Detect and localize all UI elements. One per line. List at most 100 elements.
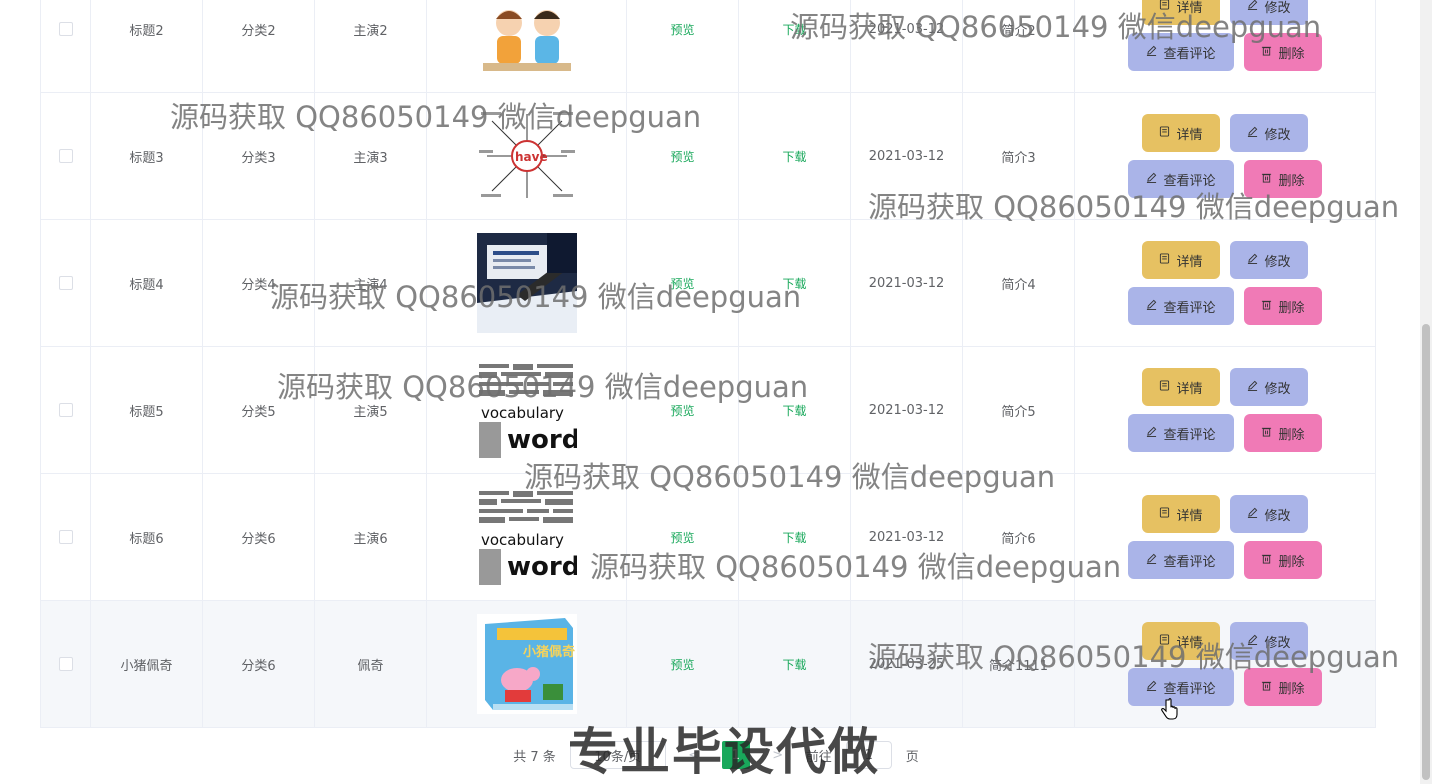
delete-button[interactable]: 删除 [1244, 414, 1322, 452]
date-cell: 2021-03-25 [851, 601, 963, 727]
download-link[interactable]: 下载 [782, 529, 806, 546]
row-actor: 佩奇 [357, 658, 384, 674]
edit-button[interactable]: 修改 [1230, 0, 1308, 25]
view-comments-button[interactable]: 查看评论 [1128, 287, 1234, 325]
category-cell: 分类3 [203, 93, 315, 219]
vertical-scrollbar[interactable] [1420, 0, 1432, 784]
date-cell: 2021-03-12 [851, 93, 963, 219]
detail-button[interactable]: 详情 [1142, 0, 1220, 25]
row-checkbox[interactable] [58, 276, 73, 290]
preview-cell: 预览 [627, 0, 739, 92]
svg-text:words: words [507, 552, 577, 582]
view-comments-button[interactable]: 查看评论 [1128, 160, 1234, 198]
edit-icon [1247, 126, 1258, 141]
row-category: 分类3 [241, 150, 276, 166]
edit-button[interactable]: 修改 [1230, 495, 1308, 533]
edit-icon [1146, 553, 1157, 568]
download-cell: 下载 [739, 220, 851, 346]
detail-button[interactable]: 详情 [1142, 622, 1220, 660]
preview-cell: 预览 [627, 93, 739, 219]
edit-button[interactable]: 修改 [1230, 241, 1308, 279]
edit-label: 修改 [1264, 635, 1291, 651]
view-comments-button[interactable]: 查看评论 [1128, 668, 1234, 706]
download-link[interactable]: 下载 [782, 275, 806, 292]
download-link[interactable]: 下载 [782, 21, 806, 38]
preview-link[interactable]: 预览 [670, 402, 694, 419]
detail-icon [1159, 125, 1170, 141]
delete-button[interactable]: 删除 [1244, 33, 1322, 71]
download-link[interactable]: 下载 [782, 402, 806, 419]
view-comments-button[interactable]: 查看评论 [1128, 414, 1234, 452]
svg-text:小猪佩奇: 小猪佩奇 [523, 644, 575, 660]
row-checkbox[interactable] [58, 403, 73, 417]
row-intro: 简介2 [1001, 23, 1036, 39]
edit-icon [1247, 634, 1258, 649]
cover-image-cell: ABCD [427, 0, 627, 92]
preview-link[interactable]: 预览 [670, 656, 694, 673]
detail-button[interactable]: 详情 [1142, 241, 1220, 279]
delete-button[interactable]: 删除 [1244, 160, 1322, 198]
edit-button[interactable]: 修改 [1230, 114, 1308, 152]
edit-icon [1146, 45, 1157, 60]
download-link[interactable]: 下载 [782, 656, 806, 673]
view-comments-button[interactable]: 查看评论 [1128, 33, 1234, 71]
delete-button[interactable]: 删除 [1244, 287, 1322, 325]
svg-text:have: have [515, 150, 548, 164]
detail-button[interactable]: 详情 [1142, 114, 1220, 152]
download-link[interactable]: 下载 [782, 148, 806, 165]
preview-link[interactable]: 预览 [670, 275, 694, 292]
intro-cell: 简介4 [963, 220, 1075, 346]
cover-image[interactable]: vocabulary words [476, 360, 577, 460]
row-date: 2021-03-12 [868, 148, 945, 164]
row-checkbox-cell [41, 347, 91, 473]
edit-icon [1146, 426, 1157, 441]
cover-image[interactable]: have [476, 106, 577, 206]
row-category: 分类4 [241, 277, 276, 293]
cover-image[interactable]: 小猪佩奇 [476, 614, 577, 714]
edit-icon [1146, 172, 1157, 187]
trash-icon [1261, 680, 1272, 695]
cover-image[interactable]: ABCD [476, 0, 577, 79]
row-checkbox[interactable] [58, 22, 73, 36]
actions-cell: 详情 修改查看评论 删除 [1075, 93, 1375, 219]
cover-image-cell: vocabulary words [427, 474, 627, 600]
table-row: 标题3 分类3 主演3 have 预览 下载 2021-03-12 简介3 详情 修改 查看评论 删除 [41, 93, 1375, 220]
edit-label: 修改 [1264, 0, 1291, 16]
actor-cell: 佩奇 [315, 601, 427, 727]
row-actor: 主演6 [353, 531, 388, 547]
row-category: 分类2 [241, 23, 276, 39]
actions-cell: 详情 修改查看评论 删除 [1075, 601, 1375, 727]
edit-button[interactable]: 修改 [1230, 622, 1308, 660]
delete-label: 删除 [1278, 427, 1305, 443]
detail-button[interactable]: 详情 [1142, 368, 1220, 406]
preview-link[interactable]: 预览 [670, 21, 694, 38]
row-title: 标题5 [129, 404, 164, 420]
view-comments-button[interactable]: 查看评论 [1128, 541, 1234, 579]
row-checkbox[interactable] [58, 149, 73, 163]
delete-button[interactable]: 删除 [1244, 668, 1322, 706]
row-actor: 主演2 [353, 23, 388, 39]
download-cell: 下载 [739, 601, 851, 727]
delete-label: 删除 [1278, 46, 1305, 62]
preview-link[interactable]: 预览 [670, 529, 694, 546]
delete-button[interactable]: 删除 [1244, 541, 1322, 579]
edit-label: 修改 [1264, 381, 1291, 397]
actor-cell: 主演3 [315, 93, 427, 219]
table-row: 标题4 分类4 主演4 预览 下载 2021-03-12 简介4 详情 修改 查看评论 删除 [41, 220, 1375, 347]
date-cell: 2021-03-12 [851, 347, 963, 473]
edit-button[interactable]: 修改 [1230, 368, 1308, 406]
cover-image[interactable]: vocabulary words [476, 487, 577, 587]
row-checkbox-cell [41, 220, 91, 346]
preview-link[interactable]: 预览 [670, 148, 694, 165]
promo-overlay: 专业毕设代做 [568, 723, 880, 781]
scrollbar-thumb[interactable] [1422, 324, 1430, 780]
page-suffix: 页 [905, 749, 919, 765]
delete-label: 删除 [1278, 554, 1305, 570]
row-checkbox[interactable] [58, 530, 73, 544]
detail-button[interactable]: 详情 [1142, 495, 1220, 533]
edit-icon [1146, 299, 1157, 314]
cover-image[interactable] [476, 233, 577, 333]
trash-icon [1261, 426, 1272, 441]
edit-icon [1146, 680, 1157, 695]
row-checkbox[interactable] [58, 657, 73, 671]
